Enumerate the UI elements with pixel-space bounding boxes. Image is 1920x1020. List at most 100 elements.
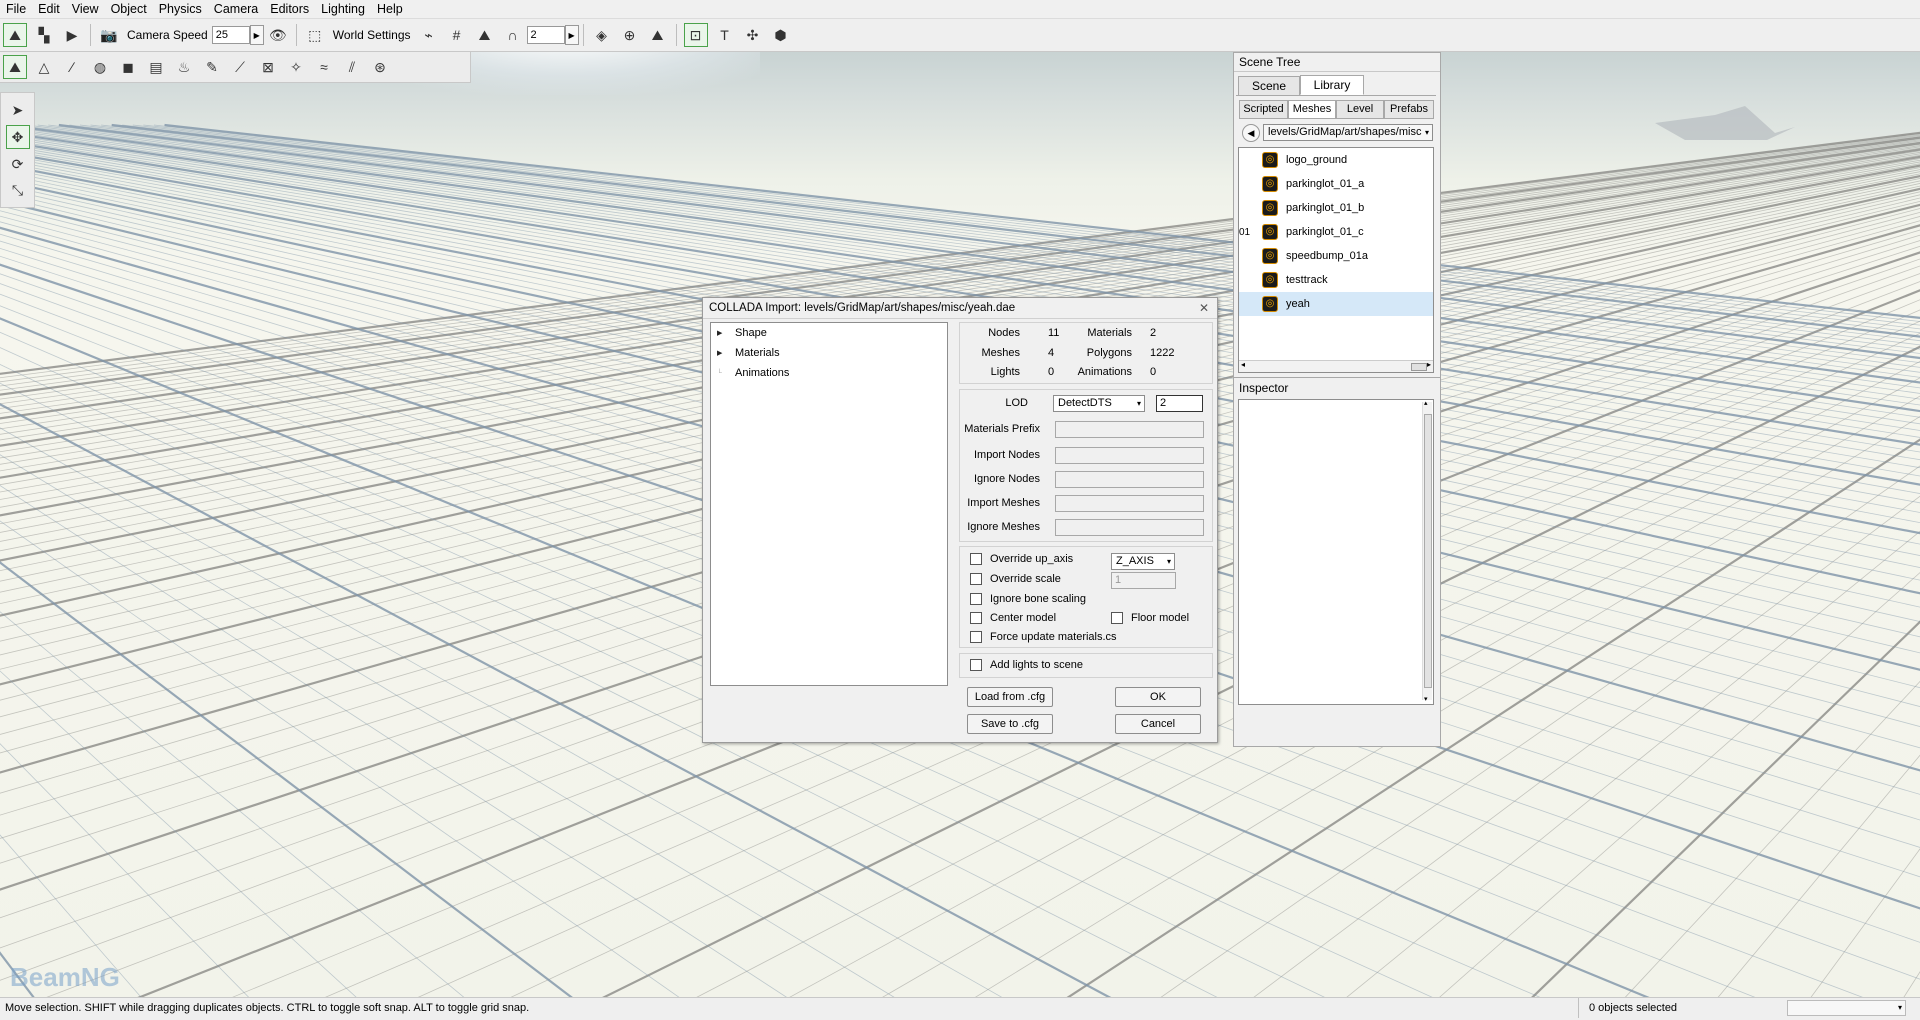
menu-object[interactable]: Object bbox=[105, 0, 153, 18]
shape-editor-icon[interactable]: ⊠ bbox=[257, 56, 279, 78]
play-icon[interactable]: ▶ bbox=[61, 24, 83, 46]
scroll-thumb[interactable] bbox=[1424, 414, 1432, 688]
visibility-eye-icon[interactable]: 👁 bbox=[267, 24, 289, 46]
road-editor-icon[interactable]: ⟋ bbox=[229, 56, 251, 78]
floor-model-checkbox[interactable]: Floor model bbox=[1111, 612, 1189, 624]
override-scale-checkbox[interactable]: Override scale bbox=[970, 573, 1061, 585]
ignore-meshes-input[interactable] bbox=[1055, 519, 1204, 536]
tree-item-shape[interactable]: ▶ Shape bbox=[711, 323, 947, 343]
up-axis-dropdown[interactable]: Z_AXIS ▾ bbox=[1111, 553, 1175, 570]
river-editor-icon[interactable]: ≈ bbox=[313, 56, 335, 78]
terrain-editor-icon[interactable]: △ bbox=[33, 56, 55, 78]
grid-icon[interactable]: # bbox=[446, 24, 468, 46]
select-mode-icon[interactable]: ⊡ bbox=[683, 23, 708, 47]
scale-gizmo-icon[interactable]: ⤡ bbox=[7, 179, 29, 201]
materials-prefix-input[interactable] bbox=[1055, 421, 1204, 438]
navmesh-icon[interactable]: ⊛ bbox=[369, 56, 391, 78]
material-editor-icon[interactable]: ◍ bbox=[89, 56, 111, 78]
vertical-scrollbar[interactable]: ▴ ▾ bbox=[1422, 399, 1432, 703]
list-item[interactable]: ◎ parkinglot_01_b bbox=[1239, 196, 1433, 220]
checkbox-box[interactable] bbox=[970, 612, 982, 624]
list-item[interactable]: ◎ logo_ground bbox=[1239, 148, 1433, 172]
subtab-prefabs[interactable]: Prefabs bbox=[1384, 100, 1434, 119]
menu-file[interactable]: File bbox=[0, 0, 32, 18]
checkbox-box[interactable] bbox=[970, 631, 982, 643]
mesh-road-icon[interactable]: ⫽ bbox=[341, 56, 363, 78]
forest-editor-icon[interactable]: ✎ bbox=[201, 56, 223, 78]
rotate-gizmo-icon[interactable]: ⟳ bbox=[7, 153, 29, 175]
camera-icon[interactable]: 📷 bbox=[98, 24, 120, 46]
ignore-bone-scaling-checkbox[interactable]: Ignore bone scaling bbox=[970, 593, 1086, 605]
scroll-up-icon[interactable]: ▴ bbox=[1424, 399, 1428, 407]
camera-speed-spin[interactable]: ▶ bbox=[249, 25, 264, 45]
fit-view-icon[interactable]: ⬚ bbox=[304, 24, 326, 46]
ignore-nodes-input[interactable] bbox=[1055, 471, 1204, 488]
center-model-checkbox[interactable]: Center model bbox=[970, 612, 1056, 624]
prefab-icon[interactable]: ⬢ bbox=[770, 24, 792, 46]
sketch-tool-icon[interactable]: ◼ bbox=[117, 56, 139, 78]
expand-triangle-icon[interactable]: ▶ bbox=[717, 329, 725, 337]
snap-value-spin[interactable]: ▶ bbox=[564, 25, 579, 45]
add-lights-checkbox[interactable]: Add lights to scene bbox=[970, 659, 1083, 671]
save-cfg-button[interactable]: Save to .cfg bbox=[967, 714, 1053, 734]
lod-size-input[interactable]: 2 bbox=[1156, 395, 1203, 412]
import-nodes-input[interactable] bbox=[1055, 447, 1204, 464]
list-item[interactable]: ◎ parkinglot_01_a bbox=[1239, 172, 1433, 196]
checkbox-box[interactable] bbox=[970, 659, 982, 671]
checkbox-box[interactable] bbox=[1111, 612, 1123, 624]
load-cfg-button[interactable]: Load from .cfg bbox=[967, 687, 1053, 707]
force-update-materials-checkbox[interactable]: Force update materials.cs bbox=[970, 631, 1117, 643]
expand-triangle-icon[interactable]: ▶ bbox=[717, 349, 725, 357]
checkbox-box[interactable] bbox=[970, 573, 982, 585]
subtab-level[interactable]: Level bbox=[1336, 100, 1384, 119]
subtab-scripted[interactable]: Scripted bbox=[1239, 100, 1288, 119]
override-up-axis-checkbox[interactable]: Override up_axis bbox=[970, 553, 1073, 565]
status-dropdown[interactable]: ▾ bbox=[1787, 1000, 1906, 1016]
tab-library[interactable]: Library bbox=[1300, 75, 1364, 95]
menu-physics[interactable]: Physics bbox=[153, 0, 208, 18]
select-arrow-icon[interactable]: ➤ bbox=[7, 99, 29, 121]
menu-camera[interactable]: Camera bbox=[208, 0, 264, 18]
scroll-left-icon[interactable]: ◂ bbox=[1241, 360, 1245, 369]
checkbox-box[interactable] bbox=[970, 593, 982, 605]
object-editor-icon[interactable]: ⛰ bbox=[3, 55, 27, 79]
horizontal-scrollbar[interactable]: ◂ ▸ bbox=[1239, 360, 1433, 372]
menu-view[interactable]: View bbox=[66, 0, 105, 18]
particle-editor-icon[interactable]: ♨ bbox=[173, 56, 195, 78]
list-item[interactable]: ◎ speedbump_01a bbox=[1239, 244, 1433, 268]
subtab-meshes[interactable]: Meshes bbox=[1288, 100, 1336, 119]
datablock-editor-icon[interactable]: ▤ bbox=[145, 56, 167, 78]
library-path-dropdown[interactable]: levels/GridMap/art/shapes/misc ▾ bbox=[1263, 124, 1433, 141]
tab-scene[interactable]: Scene bbox=[1238, 76, 1300, 96]
menu-lighting[interactable]: Lighting bbox=[315, 0, 371, 18]
list-item[interactable]: ◎ testtrack bbox=[1239, 268, 1433, 292]
close-icon[interactable]: ✕ bbox=[1199, 298, 1209, 318]
gui-editor-icon[interactable]: ▚ bbox=[33, 24, 55, 46]
list-item[interactable]: 01 ◎ parkinglot_01_c bbox=[1239, 220, 1433, 244]
terrain-snap-icon[interactable]: ⛰ bbox=[474, 24, 496, 46]
inspector-area[interactable]: ▴ ▾ bbox=[1238, 399, 1434, 705]
list-item-selected[interactable]: ◎ yeah bbox=[1239, 292, 1433, 316]
text-mode-icon[interactable]: T bbox=[714, 24, 736, 46]
scroll-thumb[interactable] bbox=[1411, 363, 1427, 371]
scroll-right-icon[interactable]: ▸ bbox=[1427, 360, 1431, 369]
world-settings-button[interactable]: World Settings bbox=[333, 28, 411, 42]
menu-help[interactable]: Help bbox=[371, 0, 409, 18]
object-bounds-icon[interactable]: ◈ bbox=[591, 24, 613, 46]
decal-editor-icon[interactable]: ✧ bbox=[285, 56, 307, 78]
move-gizmo-icon[interactable]: ✥ bbox=[5, 125, 30, 149]
menu-edit[interactable]: Edit bbox=[32, 0, 66, 18]
scroll-down-icon[interactable]: ▾ bbox=[1424, 695, 1428, 703]
camera-speed-input[interactable]: 25 bbox=[211, 26, 250, 44]
tree-item-animations[interactable]: └ Animations bbox=[711, 363, 947, 383]
lod-dropdown[interactable]: DetectDTS ▾ bbox=[1053, 395, 1145, 412]
magnet-icon[interactable]: ∩ bbox=[502, 24, 524, 46]
scale-input[interactable]: 1 bbox=[1111, 572, 1176, 589]
checkbox-box[interactable] bbox=[970, 553, 982, 565]
world-editor-icon[interactable]: ⛰ bbox=[3, 23, 27, 47]
center-pivot-icon[interactable]: ⊕ bbox=[619, 24, 641, 46]
terrain-drop-icon[interactable]: ⛰ bbox=[647, 24, 669, 46]
puzzle-icon[interactable]: ✣ bbox=[742, 24, 764, 46]
ok-button[interactable]: OK bbox=[1115, 687, 1201, 707]
tree-item-materials[interactable]: ▶ Materials bbox=[711, 343, 947, 363]
